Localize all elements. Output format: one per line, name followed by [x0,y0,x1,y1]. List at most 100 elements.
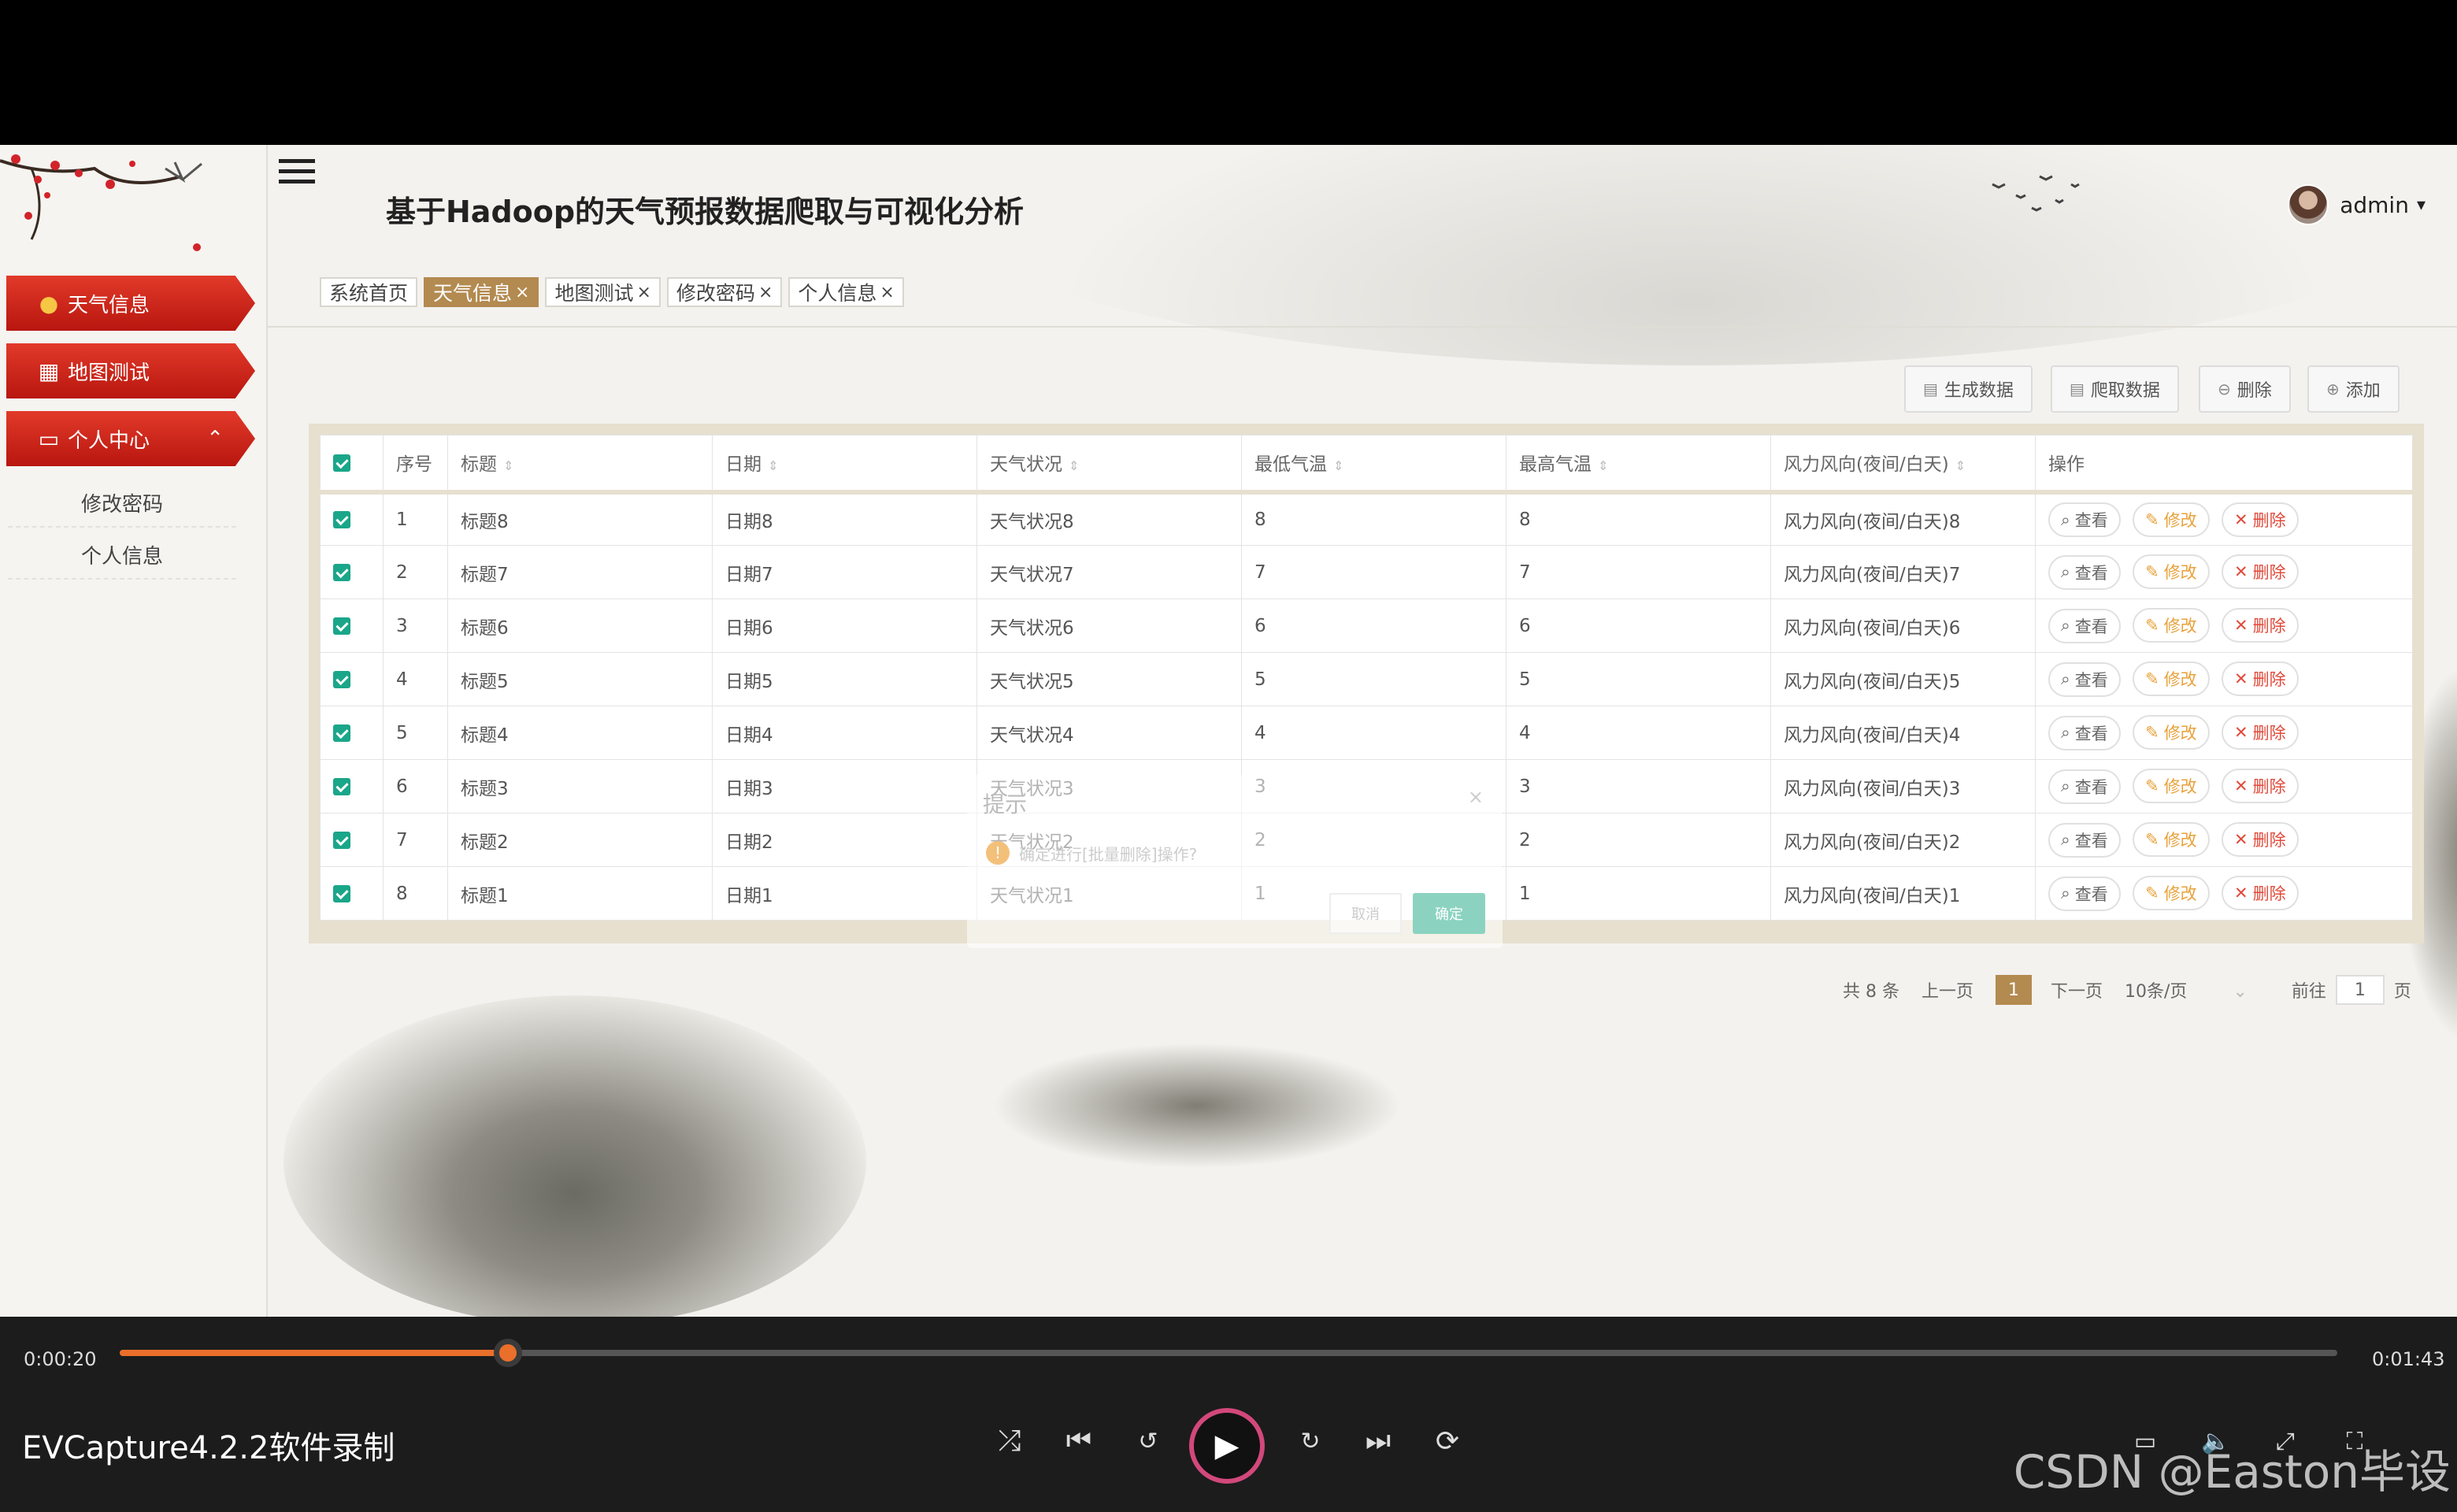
row-checkbox-cell[interactable] [320,545,384,599]
edit-button[interactable]: ✎ 修改 [2133,662,2210,697]
delete-button[interactable]: ✕ 删除 [2222,608,2299,643]
edit-button[interactable]: ✎ 修改 [2133,876,2210,911]
tab-personal-info[interactable]: 个人信息 × [788,277,904,307]
close-icon[interactable]: × [1468,786,1484,808]
row-checkbox[interactable] [333,511,350,529]
previous-icon[interactable]: ⏮ [1055,1418,1102,1465]
goto-page-input[interactable]: 1 [2335,975,2385,1005]
cell-date: 日期1 [712,866,977,921]
delete-button[interactable]: ✕ 删除 [2222,662,2299,697]
repeat-off-icon[interactable]: ⟳ [1424,1418,1471,1465]
next-icon[interactable]: ⏭ [1354,1418,1402,1465]
row-checkbox[interactable] [333,832,350,849]
page-size-select[interactable]: 10条/页 ⌄ [2125,977,2270,1002]
row-checkbox[interactable] [333,724,350,742]
select-all-checkbox[interactable] [333,454,350,472]
row-checkbox-cell[interactable] [320,706,384,760]
column-header-weather[interactable]: 天气状况 ⇕ [976,435,1242,492]
sort-icon[interactable]: ⇕ [1333,458,1343,473]
row-checkbox-cell[interactable] [320,598,384,653]
delete-button[interactable]: ✕ 删除 [2222,554,2299,590]
row-checkbox[interactable] [333,885,350,902]
button-label: 删除 [2252,884,2286,904]
row-checkbox[interactable] [333,564,350,581]
close-icon[interactable]: × [515,283,529,302]
sidebar-subitem-personal-info[interactable]: 个人信息 [8,531,236,580]
tab-map-test[interactable]: 地图测试 × [545,277,661,307]
sidebar-item-weather[interactable]: ● 天气信息 [6,276,255,331]
sort-icon[interactable]: ⇕ [1598,458,1608,473]
add-button[interactable]: ⊕ 添加 [2307,365,2400,413]
progress-track[interactable] [120,1339,2337,1367]
next-page-button[interactable]: 下一页 [2051,977,2103,1002]
edit-button[interactable]: ✎ 修改 [2133,822,2210,858]
tab-weather-info[interactable]: 天气信息 × [424,277,539,307]
edit-button[interactable]: ✎ 修改 [2133,715,2210,750]
edit-icon: ✎ [2145,510,2159,529]
user-menu[interactable]: admin ▾ [2288,184,2426,225]
view-button[interactable]: ⌕ 查看 [2048,502,2121,537]
view-button[interactable]: ⌕ 查看 [2048,822,2121,858]
row-checkbox[interactable] [333,671,350,688]
row-checkbox-cell[interactable] [320,866,384,921]
tab-change-password[interactable]: 修改密码 × [666,277,783,307]
delete-button[interactable]: ✕ 删除 [2222,876,2299,911]
sort-icon[interactable]: ⇕ [1955,458,1966,473]
row-checkbox-cell[interactable] [320,491,384,546]
generate-data-button[interactable]: ▤ 生成数据 [1904,365,2033,413]
sort-icon[interactable]: ⇕ [503,458,513,473]
crawl-data-button[interactable]: ▤ 爬取数据 [2051,365,2179,413]
view-button[interactable]: ⌕ 查看 [2048,715,2121,750]
delete-button[interactable]: ✕ 删除 [2222,715,2299,750]
column-header-wind[interactable]: 风力风向(夜间/白天) ⇕ [1770,435,2036,492]
view-button[interactable]: ⌕ 查看 [2048,769,2121,804]
column-header-max-temp[interactable]: 最高气温 ⇕ [1506,435,1771,492]
view-button[interactable]: ⌕ 查看 [2048,608,2121,643]
column-header-date[interactable]: 日期 ⇕ [712,435,977,492]
shuffle-icon[interactable]: ⤮ [986,1418,1033,1465]
row-checkbox[interactable] [333,617,350,635]
app-window: ● 天气信息 ▦ 地图测试 ▭ 个人中心 ⌃ 修改密码 个人信息 基于Hadoo… [0,145,2457,1317]
confirm-button[interactable]: 确定 [1413,893,1485,934]
batch-delete-button[interactable]: ⊖ 删除 [2199,365,2291,413]
sort-icon[interactable]: ⇕ [1069,458,1079,473]
edit-button[interactable]: ✎ 修改 [2133,502,2210,537]
page-title: 基于Hadoop的天气预报数据爬取与可视化分析 [386,195,1025,229]
close-icon[interactable]: × [636,283,650,302]
view-button[interactable]: ⌕ 查看 [2048,876,2121,911]
edit-button[interactable]: ✎ 修改 [2133,608,2210,643]
column-header-min-temp[interactable]: 最低气温 ⇕ [1241,435,1506,492]
row-checkbox-cell[interactable] [320,759,384,813]
close-icon[interactable]: × [758,283,773,302]
view-button[interactable]: ⌕ 查看 [2048,554,2121,590]
cell-min-temp: 5 [1241,652,1506,706]
delete-button[interactable]: ✕ 删除 [2222,502,2299,537]
sort-icon[interactable]: ⇕ [768,458,778,473]
select-all-checkbox-cell[interactable] [320,435,384,492]
progress-handle[interactable] [493,1339,522,1367]
prev-page-button[interactable]: 上一页 [1922,977,1973,1002]
sidebar-item-map[interactable]: ▦ 地图测试 [6,343,255,398]
cancel-button[interactable]: 取消 [1329,893,1402,934]
play-button[interactable]: ▶ [1189,1408,1265,1484]
delete-button[interactable]: ✕ 删除 [2222,769,2299,804]
row-checkbox-cell[interactable] [320,652,384,706]
sidebar-item-personal-center[interactable]: ▭ 个人中心 ⌃ [6,411,255,466]
pagination: 共 8 条 上一页 1 下一页 10条/页 ⌄ 前往 1 页 [1843,975,2433,1005]
menu-toggle-icon[interactable] [279,159,315,191]
delete-button[interactable]: ✕ 删除 [2222,822,2299,858]
view-button[interactable]: ⌕ 查看 [2048,662,2121,697]
rewind-10-icon[interactable]: ↺ [1125,1418,1172,1465]
sidebar-subitem-change-password[interactable]: 修改密码 [8,479,236,528]
page-number-current[interactable]: 1 [1996,975,2032,1005]
button-label: 查看 [2074,884,2108,904]
tab-home[interactable]: 系统首页 [320,277,418,307]
column-header-title[interactable]: 标题 ⇕ [447,435,713,492]
edit-button[interactable]: ✎ 修改 [2133,769,2210,804]
close-icon[interactable]: × [880,283,894,302]
edit-button[interactable]: ✎ 修改 [2133,554,2210,590]
row-checkbox-cell[interactable] [320,813,384,867]
row-checkbox[interactable] [333,778,350,795]
forward-30-icon[interactable]: ↻ [1287,1418,1334,1465]
recorder-watermark: EVCapture4.2.2软件录制 [22,1430,395,1466]
